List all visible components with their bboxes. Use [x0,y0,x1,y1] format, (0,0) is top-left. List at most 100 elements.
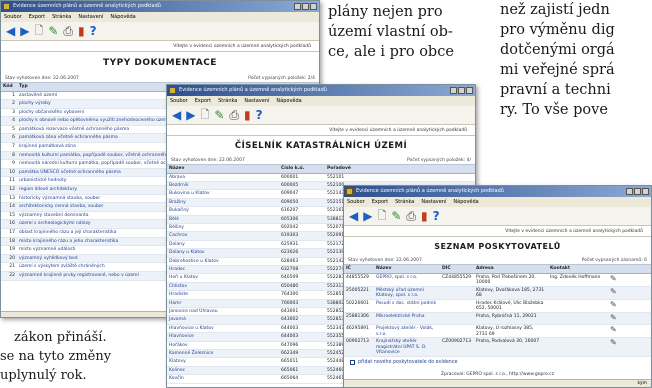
title-bar[interactable]: Evidence územních plánů a územně analyti… [344,186,651,197]
edit-record-icon[interactable]: ✎ [610,313,617,322]
table-row[interactable]: 25005221 Městský úřad územní Klatovy, spo… [344,286,651,300]
cell-name[interactable]: Abrava [167,173,279,182]
edit-icon[interactable]: ✎ [48,25,58,37]
edit-icon[interactable]: ✎ [214,109,224,121]
menu-page[interactable]: Stránka [218,96,237,106]
print-icon[interactable]: ⎙ [229,109,239,121]
cell-name[interactable]: Klatovy [167,357,279,367]
help-icon[interactable]: ? [256,109,263,121]
edit-record-icon[interactable]: ✎ [610,287,617,296]
cell-name[interactable]: Čachrov [167,231,279,241]
title-bar[interactable]: Evidence územních plánů a územně analyti… [167,85,475,96]
cell-name[interactable]: Posudí s doc. státní podnik [374,299,440,314]
back-icon[interactable]: ◀ [349,210,358,222]
cell-name[interactable]: Hořákov [167,341,279,351]
edit-icon[interactable]: ✎ [391,210,401,222]
column-header-number[interactable]: Číslo k.ú. [279,165,325,174]
chart-icon[interactable]: ▮ [244,109,251,121]
menu-file[interactable]: Soubor [347,197,365,207]
edit-record-icon[interactable]: ✎ [610,338,617,347]
table-row[interactable]: Abrava 600001 552101 [167,173,475,182]
menu-export[interactable]: Export [372,197,388,207]
forward-icon[interactable]: ▶ [186,109,195,121]
help-icon[interactable]: ? [90,25,97,37]
edit-record-icon[interactable]: ✎ [610,274,617,283]
cell-name[interactable]: Kovčín [167,374,279,384]
menu-settings[interactable]: Nastavení [78,12,103,22]
cell-name[interactable]: Kamenné Železnice [167,349,279,359]
new-document-icon[interactable]: 🗋 [200,109,209,121]
menu-file[interactable]: Soubor [4,12,22,22]
cell-name[interactable]: Dobrohostice u Klatov [167,257,279,266]
maximize-icon[interactable] [302,3,309,10]
close-icon[interactable] [642,188,649,195]
menu-settings[interactable]: Nastavení [421,197,446,207]
title-bar[interactable]: Evidence územních plánů a územně analyti… [1,1,319,12]
cell-name[interactable]: Bukovina u Klatov [167,189,279,199]
cell-name[interactable]: Hoří u Klatov [167,273,279,283]
table-row[interactable]: 50226601 Posudí s doc. státní podnik Hrade… [344,299,651,314]
chart-icon[interactable]: ▮ [78,25,85,37]
menu-help[interactable]: Nápověda [110,12,135,22]
help-icon[interactable]: ? [433,210,440,222]
menu-page[interactable]: Stránka [395,197,414,207]
close-icon[interactable] [466,87,473,94]
cell-name[interactable]: Janovice nad Úhlavou [167,307,279,317]
close-icon[interactable] [310,3,317,10]
cell-name[interactable]: GEPRO, spol. s r.o. [374,273,440,287]
cell-name[interactable]: Chlistov [167,282,279,292]
new-document-icon[interactable]: 🗋 [34,25,43,37]
minimize-icon[interactable] [450,87,457,94]
edit-record-icon[interactable]: ✎ [610,325,617,334]
back-icon[interactable]: ◀ [172,109,181,121]
cell-name[interactable]: Mikroelektrické Praha [374,312,440,326]
minimize-icon[interactable] [626,188,633,195]
column-header-order[interactable]: Pořadové [325,165,365,174]
new-document-icon[interactable]: 🗋 [377,210,386,222]
cell-name[interactable]: Bukařiný [167,206,279,216]
cell-name[interactable]: Bělé [167,215,279,224]
cell-name[interactable]: Bražiny [167,198,279,208]
minimize-icon[interactable] [294,3,301,10]
cell-name[interactable]: Hradiste [167,290,279,300]
maximize-icon[interactable] [458,87,465,94]
column-header-name[interactable]: Název [167,165,279,174]
forward-icon[interactable]: ▶ [20,25,29,37]
column-header-ic[interactable]: IČ [344,265,374,274]
cell-name[interactable]: Městský úřad územní Klatovy, spol. s r.o… [374,286,440,300]
cell-name[interactable]: Kolinec [167,366,279,376]
cell-name[interactable]: Hlavňovice u Klatov [167,324,279,334]
table-row[interactable]: 00902713 Krajinářský ateliér magistrátní … [344,337,651,358]
cell-name[interactable]: Hamr [167,299,279,309]
column-header-contact[interactable]: Kontakt [548,265,608,274]
add-provider-link[interactable]: přidat nového poskytovatele do evidence [344,357,651,368]
maximize-icon[interactable] [634,188,641,195]
column-header-code[interactable]: Kód [1,83,17,92]
menu-settings[interactable]: Nastavení [244,96,269,106]
cell-name[interactable]: Dolany u Klatov [167,248,279,258]
table-row[interactable]: 44855529 GEPRO, spol. s r.o. CZ44855529 Pra… [344,273,651,287]
print-icon[interactable]: ⎙ [406,210,416,222]
column-header-dic[interactable]: DIČ [440,265,474,274]
menu-page[interactable]: Stránka [52,12,71,22]
cell-name[interactable]: Krajinářský ateliér magistrátní ÚPAT S. … [374,337,440,358]
print-icon[interactable]: ⎙ [63,25,73,37]
cell-name[interactable]: Hradec [167,265,279,275]
menu-file[interactable]: Soubor [170,96,188,106]
column-header-address[interactable]: Adresa [474,265,548,274]
menu-export[interactable]: Export [29,12,45,22]
menu-export[interactable]: Export [195,96,211,106]
cell-name[interactable]: Dolany [167,240,279,250]
cell-name[interactable]: Javorná [167,315,279,325]
cell-name[interactable]: Bezdrnik [167,181,279,191]
cell-name[interactable]: Hlavňovice [167,332,279,342]
table-row[interactable]: 25881306 Mikroelektrické Praha Praha, Rybn… [344,312,651,326]
chart-icon[interactable]: ▮ [421,210,428,222]
cell-name[interactable]: Běšiny [167,223,279,233]
forward-icon[interactable]: ▶ [363,210,372,222]
menu-help[interactable]: Nápověda [276,96,301,106]
edit-record-icon[interactable]: ✎ [610,300,617,309]
back-icon[interactable]: ◀ [6,25,15,37]
cell-name[interactable]: Projektový ateliér - Volák, s.r.o. [374,324,440,339]
column-header-name[interactable]: Název [374,265,440,274]
